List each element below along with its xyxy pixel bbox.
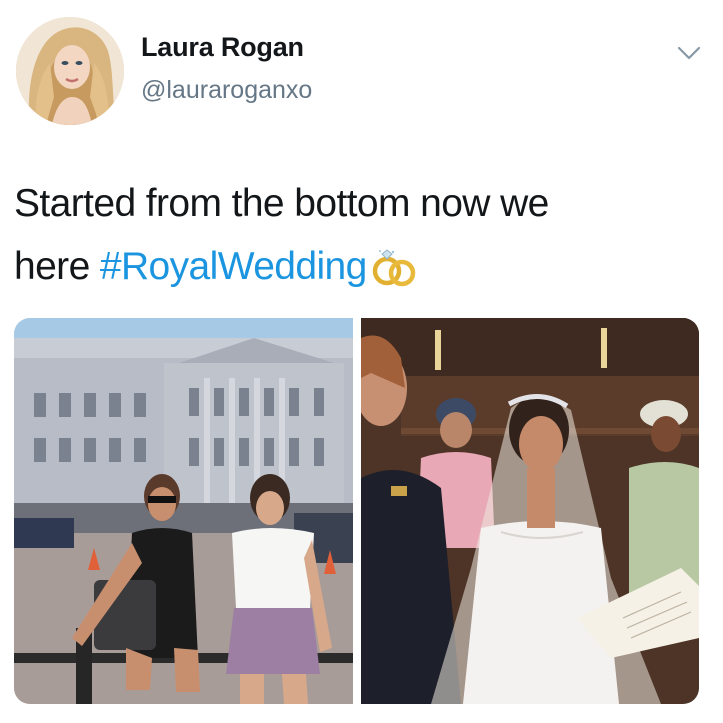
tweet-media[interactable] (14, 318, 699, 704)
media-photo-left[interactable] (14, 318, 353, 704)
palace-photo-image (14, 318, 353, 704)
tweet-text-line2: here #RoyalWedding (14, 235, 704, 306)
wedding-rings-icon (369, 243, 421, 306)
hashtag-link[interactable]: #RoyalWedding (100, 245, 367, 288)
tweet-text: Started from the bottom now we here #Roy… (14, 172, 704, 306)
author-name[interactable]: Laura Rogan (141, 32, 304, 63)
wedding-photo-image (355, 318, 699, 704)
author-handle[interactable]: @lauraroganxo (141, 76, 312, 105)
media-divider (353, 318, 361, 704)
tweet-text-line1: Started from the bottom now we (14, 182, 549, 225)
avatar[interactable] (16, 17, 124, 125)
media-photo-right[interactable] (355, 318, 699, 704)
tweet-menu-button[interactable] (676, 44, 702, 62)
avatar-image (16, 17, 124, 125)
tweet-text-prefix: here (14, 245, 100, 288)
chevron-down-icon (677, 46, 701, 60)
